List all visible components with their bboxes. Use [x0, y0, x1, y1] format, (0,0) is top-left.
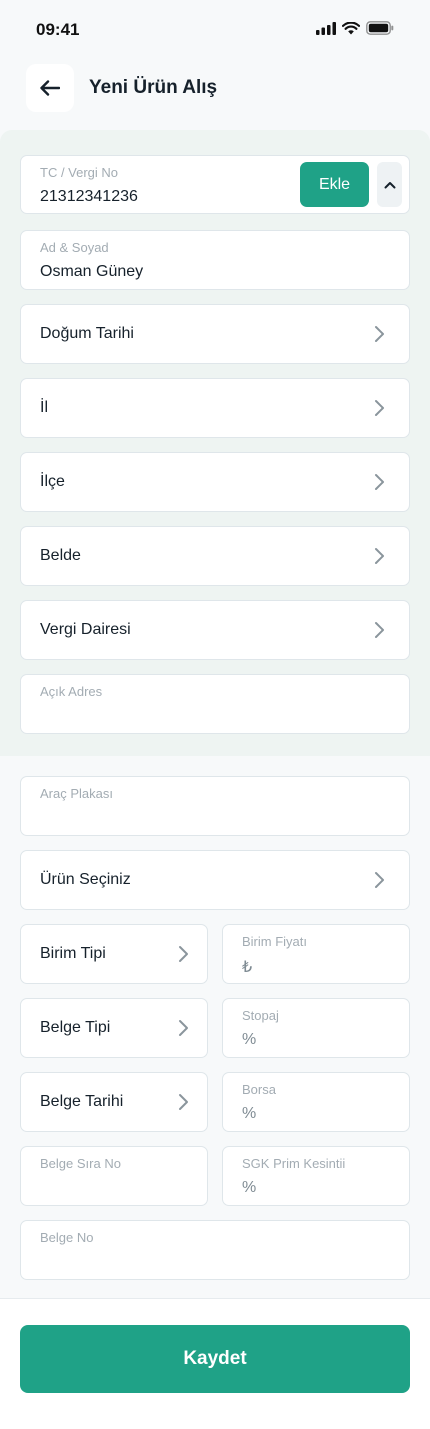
- withholding-label: Stopaj: [242, 1008, 279, 1023]
- back-button[interactable]: [26, 64, 74, 112]
- province-label: İl: [40, 399, 48, 416]
- customer-section: [0, 130, 430, 756]
- percent-symbol: %: [242, 1179, 257, 1196]
- document-number-label: Belge No: [40, 1230, 94, 1245]
- percent-symbol: %: [242, 1105, 257, 1122]
- sgk-premium-label: SGK Prim Kesintii: [242, 1156, 346, 1171]
- address-label: Açık Adres: [40, 684, 103, 699]
- document-sequence-label: Belge Sıra No: [40, 1156, 121, 1171]
- chevron-right-icon: [375, 622, 384, 638]
- arrow-left-icon: [40, 80, 60, 96]
- unit-type-select[interactable]: Birim Tipi: [20, 924, 208, 984]
- save-button[interactable]: Kaydet: [20, 1325, 410, 1393]
- town-label: Belde: [40, 547, 81, 564]
- town-select[interactable]: Belde: [20, 526, 410, 586]
- currency-symbol: ₺: [242, 959, 253, 976]
- add-button[interactable]: Ekle: [300, 162, 369, 207]
- document-sequence-field[interactable]: Belge Sıra No: [20, 1146, 208, 1206]
- withholding-field[interactable]: Stopaj %: [222, 998, 410, 1058]
- district-select[interactable]: İlçe: [20, 452, 410, 512]
- province-select[interactable]: İl: [20, 378, 410, 438]
- birth-date-label: Doğum Tarihi: [40, 325, 134, 342]
- tc-vergi-no-value: 21312341236: [40, 188, 138, 205]
- percent-symbol: %: [242, 1031, 257, 1048]
- page-title: Yeni Ürün Alış: [89, 77, 218, 98]
- wifi-icon: [342, 21, 360, 34]
- document-date-select[interactable]: Belge Tarihi: [20, 1072, 208, 1132]
- chevron-right-icon: [375, 474, 384, 490]
- full-name-field[interactable]: Ad & Soyad Osman Güney: [20, 230, 410, 290]
- unit-price-field[interactable]: Birim Fiyatı ₺: [222, 924, 410, 984]
- chevron-up-icon: [384, 181, 395, 188]
- chevron-right-icon: [179, 946, 188, 962]
- document-type-select[interactable]: Belge Tipi: [20, 998, 208, 1058]
- status-time: 09:41: [36, 20, 80, 39]
- product-select[interactable]: Ürün Seçiniz: [20, 850, 410, 910]
- sgk-premium-field[interactable]: SGK Prim Kesintii %: [222, 1146, 410, 1206]
- birth-date-select[interactable]: Doğum Tarihi: [20, 304, 410, 364]
- chevron-right-icon: [179, 1020, 188, 1036]
- product-select-label: Ürün Seçiniz: [40, 871, 131, 888]
- chevron-right-icon: [375, 326, 384, 342]
- signal-icon: [316, 21, 336, 35]
- district-label: İlçe: [40, 473, 65, 490]
- address-field[interactable]: Açık Adres: [20, 674, 410, 734]
- header: Yeni Ürün Alış: [0, 60, 430, 130]
- chevron-right-icon: [179, 1094, 188, 1110]
- vehicle-plate-field[interactable]: Araç Plakası: [20, 776, 410, 836]
- chevron-right-icon: [375, 872, 384, 888]
- vehicle-plate-label: Araç Plakası: [40, 786, 113, 801]
- exchange-field[interactable]: Borsa %: [222, 1072, 410, 1132]
- document-number-field[interactable]: Belge No: [20, 1220, 410, 1280]
- chevron-right-icon: [375, 548, 384, 564]
- full-name-value: Osman Güney: [40, 263, 144, 280]
- tax-office-label: Vergi Dairesi: [40, 621, 131, 638]
- unit-type-label: Birim Tipi: [40, 945, 106, 962]
- battery-icon: [366, 21, 394, 35]
- tax-office-select[interactable]: Vergi Dairesi: [20, 600, 410, 660]
- status-bar: 09:41: [0, 0, 430, 60]
- status-icons: [316, 21, 394, 35]
- document-date-label: Belge Tarihi: [40, 1093, 124, 1110]
- chevron-right-icon: [375, 400, 384, 416]
- tc-vergi-no-label: TC / Vergi No: [40, 165, 119, 180]
- unit-price-label: Birim Fiyatı: [242, 934, 307, 949]
- full-name-label: Ad & Soyad: [40, 240, 109, 255]
- document-type-label: Belge Tipi: [40, 1019, 111, 1036]
- exchange-label: Borsa: [242, 1082, 276, 1097]
- collapse-button[interactable]: [377, 162, 402, 207]
- bottom-bar: Kaydet: [0, 1298, 430, 1429]
